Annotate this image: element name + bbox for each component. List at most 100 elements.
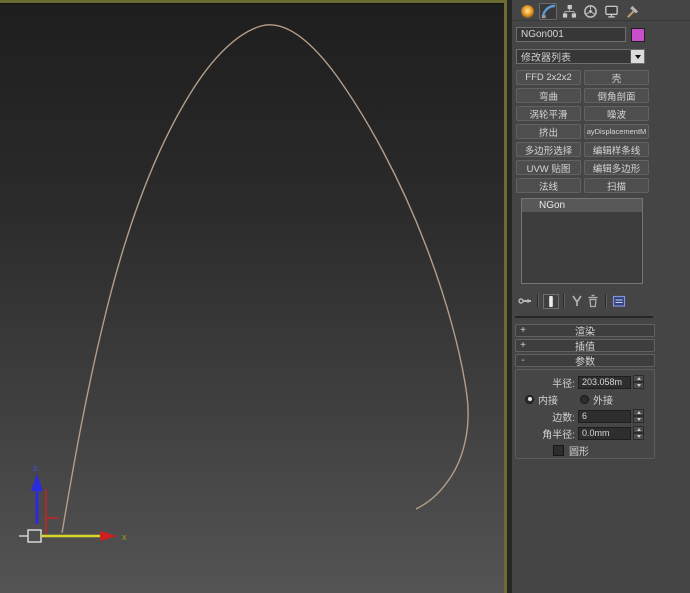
radius-label: 半径: [516,375,578,390]
sides-label: 边数: [516,409,578,424]
corner-radius-row: 角半径: 0.0mm [516,426,654,440]
tab-motion[interactable] [581,3,599,20]
tab-modify[interactable] [539,3,557,20]
make-unique-button[interactable] [569,294,585,309]
tab-hierarchy[interactable] [560,3,578,20]
rollout-parameters-label: 参数 [530,353,640,368]
remove-modifier-button[interactable] [585,294,601,309]
modifier-stack: NGon [521,198,643,284]
circular-checkbox[interactable] [553,445,564,456]
corner-radius-label: 角半径: [516,426,578,441]
spinner-down-icon[interactable] [633,416,644,423]
command-panel: NGon001 修改器列表 FFD 2x2x2 壳 弯曲 倒角剖面 涡轮平滑 噪… [512,0,690,593]
toolbar-separator [605,294,607,308]
inscribed-label: 内接 [538,392,558,407]
modifier-list-dropdown[interactable]: 修改器列表 [516,49,645,64]
normal-button[interactable]: 法线 [516,178,581,193]
spinner-up-icon[interactable] [633,409,644,416]
rollout-rendering-label: 渲染 [530,323,640,338]
configure-modifier-sets-icon [612,294,626,308]
spinner-down-icon[interactable] [633,433,644,440]
viewport-active-border [504,0,512,593]
z-axis-arrowhead [31,474,43,491]
panel-divider [515,316,653,318]
bend-button[interactable]: 弯曲 [516,88,581,103]
viewport-canvas: x z [0,3,512,593]
modifier-stack-toolbar [517,293,690,309]
toolbar-separator [563,294,565,308]
radius-spinner[interactable] [633,375,644,389]
motion-icon [583,4,598,19]
x-axis-arrowhead [100,531,117,541]
turbosmooth-button[interactable]: 涡轮平滑 [516,106,581,121]
hierarchy-icon [562,4,577,19]
show-end-result-button[interactable] [543,294,559,309]
parameters-rollout-content: 半径: 203.058m 内接 外接 边数: 6 [515,369,655,459]
rollout-interpolation[interactable]: + 插值 [515,339,655,352]
rollout-parameters[interactable]: - 参数 [515,354,655,367]
toolbar-separator [537,294,539,308]
circumscribed-label: 外接 [593,392,613,407]
corner-radius-spinner[interactable] [633,426,644,440]
utilities-icon [625,4,640,19]
z-axis-label: z [33,463,38,473]
create-icon [521,5,534,18]
expand-icon: + [516,340,530,351]
modifier-list-label: 修改器列表 [517,49,630,64]
radius-field[interactable]: 203.058m [578,376,631,389]
sides-row: 边数: 6 [516,409,654,423]
remove-modifier-icon [586,294,600,308]
edit-spline-button[interactable]: 编辑样条线 [584,142,649,157]
noise-button[interactable]: 噪波 [584,106,649,121]
bevel-profile-button[interactable]: 倒角剖面 [584,88,649,103]
edit-poly-button[interactable]: 编辑多边形 [584,160,649,175]
sides-spinner[interactable] [633,409,644,423]
ngon-spline[interactable] [62,25,468,533]
modifier-button-grid: FFD 2x2x2 壳 弯曲 倒角剖面 涡轮平滑 噪波 挤出 ayDisplac… [516,70,690,193]
circular-label: 圆形 [569,443,589,458]
object-name-field[interactable]: NGon001 [516,27,626,42]
sweep-button[interactable]: 扫描 [584,178,649,193]
inscribed-radio[interactable] [525,395,534,404]
make-unique-icon [570,294,584,308]
command-panel-tabs [512,0,690,21]
tab-display[interactable] [602,3,620,20]
rollout-interpolation-label: 插值 [530,338,640,353]
modify-icon [541,4,556,19]
pin-stack-button[interactable] [517,294,533,309]
object-color-swatch[interactable] [631,28,645,42]
spinner-down-icon[interactable] [633,382,644,389]
pin-stack-icon [518,294,532,308]
expand-icon: + [516,325,530,336]
extrude-button[interactable]: 挤出 [516,124,581,139]
configure-modifier-sets-button[interactable] [611,294,627,309]
tab-create[interactable] [518,3,536,20]
poly-select-button[interactable]: 多边形选择 [516,142,581,157]
stack-item-ngon[interactable]: NGon [522,199,642,212]
corner-radius-field[interactable]: 0.0mm [578,427,631,440]
x-axis-label: x [122,532,127,542]
circular-row: 圆形 [516,443,654,457]
3dsmax-window: x z [0,0,690,593]
show-end-result-icon [545,295,557,308]
display-icon [604,4,619,19]
rollout-rendering[interactable]: + 渲染 [515,324,655,337]
perspective-viewport[interactable]: x z [0,0,512,593]
radius-row: 半径: 203.058m [516,375,654,389]
inscribe-mode-row: 内接 外接 [516,392,654,406]
dropdown-arrow-button[interactable] [630,50,644,63]
vray-displacement-button[interactable]: ayDisplacementM [584,124,649,139]
rollouts: + 渲染 + 插值 - 参数 半径: 203.058m [515,324,655,459]
collapse-icon: - [516,355,530,366]
spinner-up-icon[interactable] [633,426,644,433]
tab-utilities[interactable] [623,3,641,20]
origin-box [28,530,41,542]
axis-gizmo: x z [19,463,127,542]
shell-button[interactable]: 壳 [584,70,649,85]
sides-field[interactable]: 6 [578,410,631,423]
uvw-map-button[interactable]: UVW 贴图 [516,160,581,175]
ffd-2x2x2-button[interactable]: FFD 2x2x2 [516,70,581,85]
circumscribed-radio[interactable] [580,395,589,404]
chevron-down-icon [635,55,641,59]
spinner-up-icon[interactable] [633,375,644,382]
